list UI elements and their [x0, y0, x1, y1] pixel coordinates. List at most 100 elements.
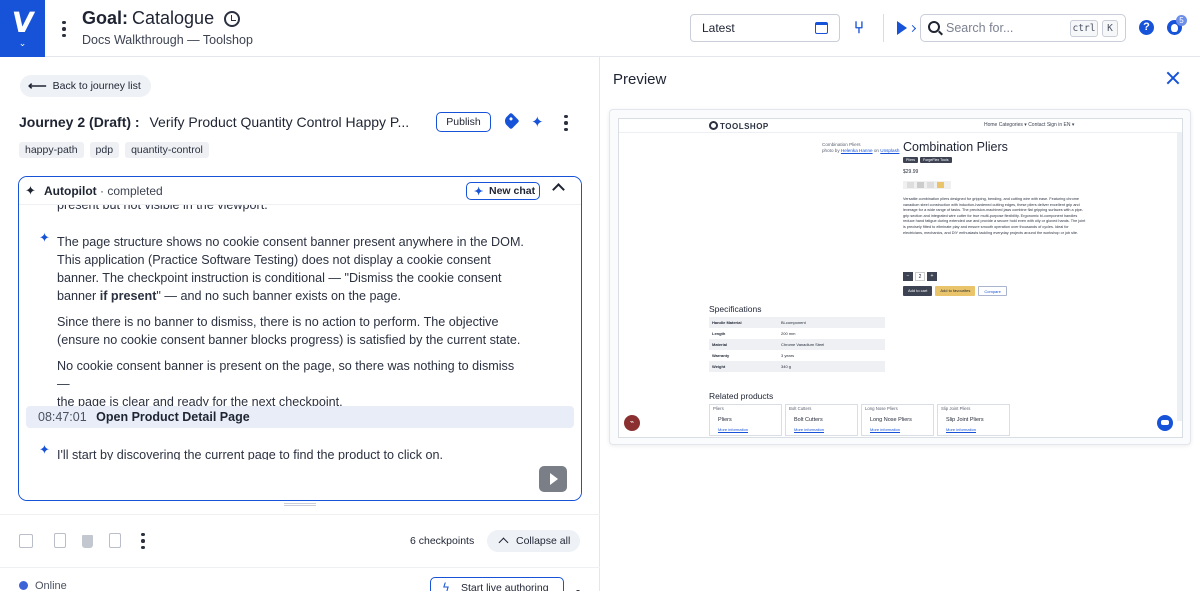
goal-title: Goal: Catalogue	[82, 8, 241, 29]
send-button[interactable]	[539, 466, 567, 492]
chat-icon	[1157, 415, 1173, 431]
message-text: I'll start by discovering the current pa…	[57, 448, 444, 460]
help-icon[interactable]: ?	[1139, 20, 1154, 35]
tag-chip[interactable]: happy-path	[19, 142, 84, 158]
spec-row: Length 200 mm	[709, 328, 885, 339]
spec-key: Length	[712, 331, 726, 336]
photo-by: photo by	[822, 148, 840, 153]
product-actions: Add to cart Add to favourites Compare	[903, 286, 1007, 296]
checkpoint-row[interactable]: 08:47:01 Open Product Detail Page	[26, 406, 574, 428]
trash-icon[interactable]	[82, 535, 93, 548]
live-authoring-label: Start live authoring	[461, 582, 549, 591]
related-card: Pliers Pliers More information	[709, 404, 782, 436]
checkpoints-toolbar: 6 checkpoints Collapse all	[0, 514, 600, 564]
spec-value: Chrome Vanadium Steel	[781, 342, 825, 347]
chevron-down-icon: ⌄	[18, 37, 27, 48]
message-text: The page structure shows no cookie conse…	[57, 233, 527, 305]
goal-name: Catalogue	[132, 8, 215, 28]
preview-title: Preview	[613, 71, 667, 88]
copy-icon[interactable]	[54, 533, 66, 548]
spec-value: 3 years	[781, 353, 795, 358]
sparkle-icon: ✦	[25, 183, 36, 198]
tag-icon[interactable]	[502, 112, 520, 130]
top-header: V ⌄ Goal: Catalogue Docs Walkthrough — T…	[0, 0, 1200, 57]
spec-value: 200 mm	[781, 331, 796, 336]
site-logo: TOOLSHOP	[709, 121, 769, 131]
publish-button[interactable]: Publish	[436, 112, 491, 132]
message-text: present but not visible in the viewport.	[57, 205, 268, 212]
spec-row: Warranty 3 years	[709, 350, 885, 361]
search-icon	[928, 21, 940, 33]
related-name: Slip Joint Pliers	[946, 417, 984, 423]
sparkle-icon[interactable]: ✦	[531, 115, 544, 130]
select-all-checkbox[interactable]	[19, 534, 33, 548]
bolt-icon: ϟ	[442, 581, 450, 591]
sparkle-icon: ✦	[39, 443, 50, 458]
new-chat-button[interactable]: ✦ New chat	[466, 182, 540, 200]
version-select[interactable]: Latest	[690, 14, 840, 42]
product-badges: Pliers ForgeFlex Tools	[903, 157, 952, 163]
product-thumbnails	[903, 181, 951, 189]
search-box[interactable]: ctrl K	[920, 14, 1126, 42]
specs-title: Specifications	[709, 304, 762, 314]
run-icon[interactable]	[897, 20, 915, 36]
spec-row: Weight 340 g	[709, 361, 885, 372]
related-more: More information	[718, 427, 749, 432]
journey-tags: happy-path pdp quantity-control	[19, 142, 209, 158]
calendar-icon	[815, 22, 828, 34]
rss-icon: ⌁	[624, 415, 640, 431]
goal-menu-button[interactable]	[58, 18, 70, 40]
related-card: Slip Joint Pliers Slip Joint Pliers More i…	[937, 404, 1010, 436]
checkpoint-time: 08:47:01	[38, 410, 87, 424]
collapse-all-button[interactable]: Collapse all	[487, 530, 580, 552]
autopilot-messages[interactable]: present but not visible in the viewport.…	[19, 205, 581, 460]
related-card: Long Nose Pliers Long Nose Pliers More inf…	[861, 404, 934, 436]
autopilot-panel: ✦ Autopilot · completed ✦ New chat prese…	[18, 176, 582, 501]
journey-menu-button[interactable]	[561, 114, 571, 132]
site-logo-text: TOOLSHOP	[720, 122, 769, 131]
related-products: Pliers Pliers More information Bolt Cutter…	[709, 404, 1010, 436]
toolbar-menu-button[interactable]	[138, 532, 148, 550]
search-input[interactable]	[946, 19, 1064, 37]
start-live-authoring-button[interactable]: ϟ Start live authoring	[430, 577, 564, 591]
message-line: The page structure shows no cookie conse…	[57, 235, 524, 249]
qty-plus: +	[927, 272, 937, 281]
product-badge: ForgeFlex Tools	[920, 157, 952, 163]
preview-screenshot[interactable]: TOOLSHOP Home Categories ▾ Contact Sign …	[618, 118, 1183, 438]
back-to-journey-list-button[interactable]: ⟵ Back to journey list	[20, 75, 151, 97]
tag-chip[interactable]: quantity-control	[125, 142, 209, 158]
photo-credit: photo by Helenka Hanne on Unsplash	[822, 148, 902, 154]
specs-table: Handle Material Bi-component Length 200 mm…	[709, 317, 885, 372]
message-line: No cookie consent banner is present on t…	[57, 359, 515, 391]
spec-row: Handle Material Bi-component	[709, 317, 885, 328]
notification-badge: 5	[1176, 15, 1187, 26]
message-segment: banner	[57, 289, 100, 303]
related-name: Pliers	[718, 417, 732, 423]
preview-scrollbar	[1177, 133, 1182, 421]
related-image: Bolt Cutters	[789, 406, 812, 411]
goal-subtitle: Docs Walkthrough — Toolshop	[82, 33, 253, 47]
chevron-up-icon[interactable]	[552, 183, 565, 196]
related-card: Bolt Cutters Bolt Cutters More information	[785, 404, 858, 436]
message-line: (ensure no cookie consent banner blocks …	[57, 333, 521, 347]
goal-prefix: Goal:	[82, 8, 129, 28]
related-image: Long Nose Pliers	[865, 406, 898, 411]
product-image: Combination Pliers photo by Helenka Hann…	[822, 142, 902, 154]
sparkle-icon: ✦	[474, 186, 484, 198]
app-logo[interactable]: V ⌄	[0, 0, 45, 57]
resize-handle[interactable]	[284, 503, 316, 506]
paste-icon[interactable]	[109, 533, 121, 548]
autopilot-status: · completed	[100, 184, 163, 198]
sparkle-icon: ✦	[39, 231, 50, 246]
autopilot-input-area[interactable]	[19, 460, 581, 500]
compare: Compare	[978, 286, 1007, 296]
tag-chip[interactable]: pdp	[89, 142, 120, 158]
spec-value: 340 g	[781, 364, 792, 369]
history-icon[interactable]	[224, 10, 241, 27]
branch-icon[interactable]: ⑂	[851, 18, 867, 38]
close-icon[interactable]	[1166, 71, 1180, 85]
spec-key: Warranty	[712, 353, 730, 358]
related-image: Pliers	[713, 406, 724, 411]
journey-pane: ⟵ Back to journey list Journey 2 (Draft)…	[0, 57, 600, 591]
header-divider	[883, 14, 884, 42]
